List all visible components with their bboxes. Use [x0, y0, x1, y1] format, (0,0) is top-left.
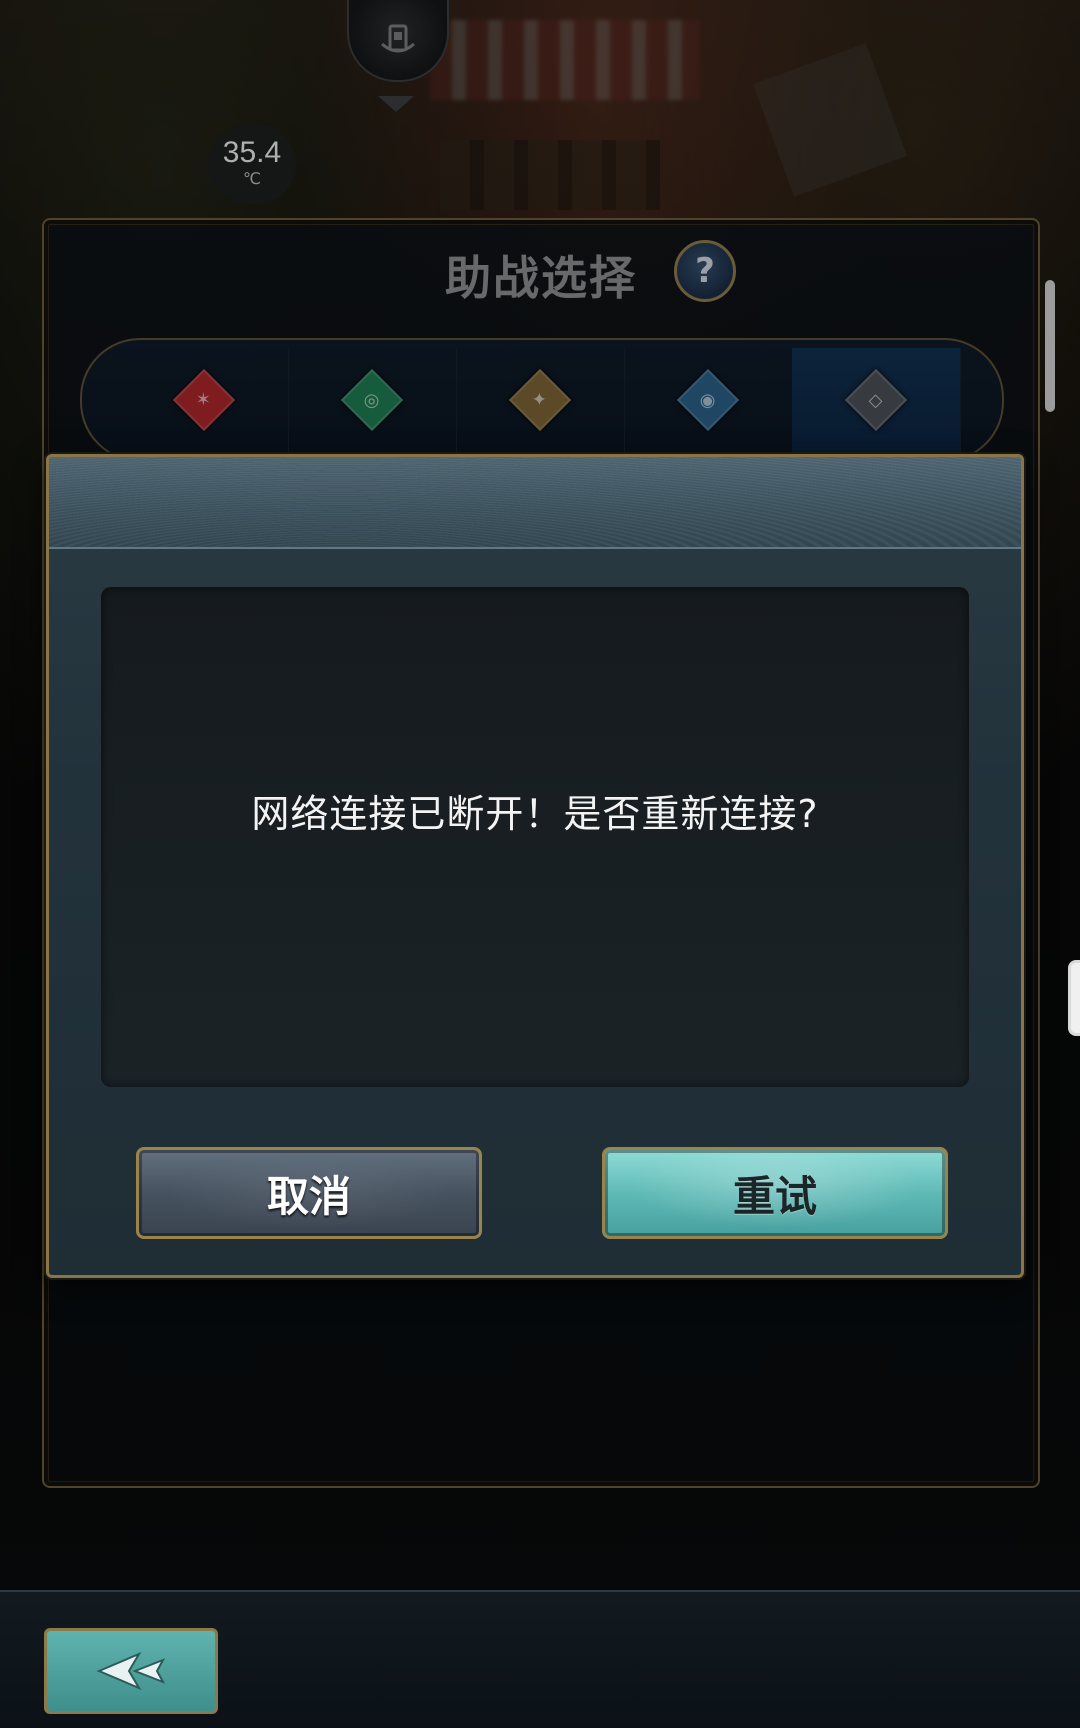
network-error-dialog: 网络连接已断开！是否重新连接? 取消 重试 — [46, 454, 1024, 1278]
dialog-message: 网络连接已断开！是否重新连接? — [251, 792, 819, 836]
game-screen: 35.4 ℃ 助战选择 ? ✶ ◎ ✦ ◉ ◇ 网络连接已断开！是否重新连接? … — [0, 0, 1080, 1728]
retry-button[interactable]: 重试 — [602, 1147, 948, 1239]
back-arrow-icon — [96, 1651, 166, 1691]
dialog-header — [49, 457, 1021, 549]
retry-button-label: 重试 — [732, 1171, 817, 1221]
dialog-message-box: 网络连接已断开！是否重新连接? — [101, 587, 969, 1087]
back-button[interactable] — [44, 1628, 218, 1714]
cancel-button-label: 取消 — [266, 1171, 351, 1221]
side-float-tab[interactable] — [1068, 960, 1080, 1036]
cancel-button[interactable]: 取消 — [136, 1147, 482, 1239]
